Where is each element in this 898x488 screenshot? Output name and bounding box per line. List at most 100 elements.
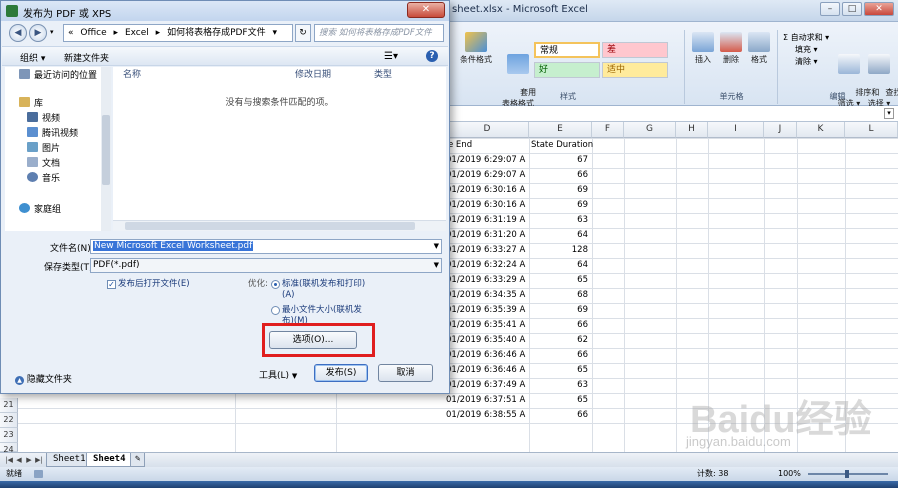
- cell-state-duration[interactable]: 69: [529, 303, 590, 318]
- cell-state-duration[interactable]: 65: [529, 273, 590, 288]
- cell-state-end[interactable]: 01/2019 6:34:35 AM: [446, 288, 526, 303]
- address-bar[interactable]: « Office ▸ Excel ▸ 如何将表格存成PDF文件 ▾: [63, 24, 293, 42]
- breadcrumb-office[interactable]: Office: [80, 28, 106, 38]
- dialog-close-button[interactable]: ✕: [407, 2, 445, 18]
- cell-state-end[interactable]: 01/2019 6:37:51 AM: [446, 393, 526, 408]
- filename-dropdown-icon[interactable]: ▼: [434, 240, 439, 253]
- nav-scroll-thumb[interactable]: [102, 115, 110, 185]
- open-after-label[interactable]: 发布后打开文件(E): [118, 278, 190, 290]
- style-normal[interactable]: 常规: [534, 42, 600, 58]
- cell-state-end[interactable]: 01/2019 6:36:46 AM: [446, 348, 526, 363]
- tools-button[interactable]: 工具(L) ▼: [259, 368, 297, 381]
- breadcrumb-excel[interactable]: Excel: [125, 28, 149, 38]
- publish-button[interactable]: 发布(S): [314, 364, 368, 382]
- cell-state-end[interactable]: 01/2019 6:33:27 AM: [446, 243, 526, 258]
- cell-state-duration[interactable]: 66: [529, 168, 590, 183]
- radio-minimum[interactable]: [271, 306, 280, 315]
- cell-state-end[interactable]: 01/2019 6:30:16 AM: [446, 198, 526, 213]
- cell-state-duration[interactable]: 65: [529, 363, 590, 378]
- cell-state-duration[interactable]: 66: [529, 408, 590, 423]
- fill-button[interactable]: 填充 ▾: [795, 44, 818, 55]
- cell-state-duration[interactable]: 62: [529, 333, 590, 348]
- column-header-k[interactable]: K: [797, 122, 845, 138]
- column-header-h[interactable]: H: [676, 122, 708, 138]
- cell-state-end[interactable]: 01/2019 6:35:39 AM: [446, 303, 526, 318]
- sheet-tab-sheet4[interactable]: Sheet4: [86, 453, 133, 467]
- hscroll-thumb[interactable]: [125, 222, 415, 230]
- zoom-level[interactable]: 100%: [778, 467, 801, 481]
- nav-pictures[interactable]: 图片: [27, 142, 60, 156]
- cell-d1[interactable]: e End: [448, 138, 472, 153]
- nav-videos[interactable]: 视频: [27, 112, 60, 126]
- insert-button[interactable]: 插入: [690, 32, 716, 65]
- column-header-j[interactable]: J: [764, 122, 797, 138]
- style-bad[interactable]: 差: [602, 42, 668, 58]
- delete-button[interactable]: 删除: [718, 32, 744, 65]
- style-good[interactable]: 好: [534, 62, 600, 78]
- radio-standard-label-2[interactable]: (A): [282, 289, 294, 301]
- column-header-e[interactable]: E: [529, 122, 592, 138]
- column-header-f[interactable]: F: [592, 122, 624, 138]
- format-button[interactable]: 格式: [746, 32, 772, 65]
- filetype-select[interactable]: PDF(*.pdf) ▼: [90, 258, 442, 273]
- nav-scrollbar[interactable]: [101, 67, 111, 231]
- cell-state-duration[interactable]: 66: [529, 318, 590, 333]
- column-header-g[interactable]: G: [624, 122, 676, 138]
- breadcrumb-overflow[interactable]: «: [68, 28, 74, 38]
- cell-state-end[interactable]: 01/2019 6:38:55 AM: [446, 408, 526, 423]
- filename-field[interactable]: New Microsoft Excel Worksheet.pdf ▼: [90, 239, 442, 254]
- next-sheet-icon[interactable]: ▶: [24, 455, 34, 465]
- cell-state-duration[interactable]: 63: [529, 378, 590, 393]
- column-header-i[interactable]: I: [708, 122, 764, 138]
- excel-close-button[interactable]: ✕: [864, 2, 894, 16]
- zoom-slider-thumb[interactable]: [845, 470, 849, 478]
- new-folder-button[interactable]: 新建文件夹: [64, 51, 109, 64]
- conditional-format-button[interactable]: 条件格式: [456, 32, 496, 65]
- cell-state-end[interactable]: 01/2019 6:31:19 AM: [446, 213, 526, 228]
- column-name[interactable]: 名称: [123, 67, 141, 83]
- column-header-d[interactable]: D: [446, 122, 529, 138]
- cell-state-duration[interactable]: 64: [529, 258, 590, 273]
- clear-button[interactable]: 清除 ▾: [795, 56, 818, 67]
- cell-state-duration[interactable]: 68: [529, 288, 590, 303]
- prev-sheet-icon[interactable]: ◀: [14, 455, 24, 465]
- cell-state-duration[interactable]: 65: [529, 393, 590, 408]
- row-header-21[interactable]: 21: [0, 398, 18, 413]
- cell-state-end[interactable]: 01/2019 6:35:41 AM: [446, 318, 526, 333]
- cell-state-end[interactable]: 01/2019 6:36:46 AM: [446, 363, 526, 378]
- column-type[interactable]: 类型: [374, 67, 392, 83]
- hide-folders-toggle[interactable]: ▲ 隐藏文件夹: [15, 372, 72, 385]
- organize-button[interactable]: 组织 ▾: [20, 51, 45, 64]
- first-sheet-icon[interactable]: |◀: [4, 455, 14, 465]
- filetype-dropdown-icon[interactable]: ▼: [434, 259, 439, 272]
- expand-formula-icon[interactable]: ▾: [884, 108, 894, 119]
- column-header-l[interactable]: L: [845, 122, 898, 138]
- row-header-24[interactable]: 24: [0, 443, 18, 454]
- cell-state-end[interactable]: 01/2019 6:29:07 AM: [446, 153, 526, 168]
- cancel-button[interactable]: 取消: [378, 364, 433, 382]
- last-sheet-icon[interactable]: ▶|: [34, 455, 44, 465]
- cell-state-end[interactable]: 01/2019 6:29:07 AM: [446, 168, 526, 183]
- help-icon[interactable]: ?: [426, 50, 438, 62]
- cell-state-end[interactable]: 01/2019 6:33:29 AM: [446, 273, 526, 288]
- recent-pages-icon[interactable]: ▾: [50, 28, 54, 36]
- radio-standard[interactable]: [271, 280, 280, 289]
- cell-state-end[interactable]: 01/2019 6:30:16 AM: [446, 183, 526, 198]
- cell-state-duration[interactable]: 69: [529, 183, 590, 198]
- cell-e1[interactable]: State Duration: [531, 138, 593, 153]
- minimize-button[interactable]: –: [820, 2, 840, 16]
- style-neutral[interactable]: 适中: [602, 62, 668, 78]
- cell-state-end[interactable]: 01/2019 6:35:40 AM: [446, 333, 526, 348]
- file-list-hscrollbar[interactable]: [113, 220, 446, 231]
- breadcrumb-separator[interactable]: ▸: [156, 28, 161, 38]
- cell-state-end[interactable]: 01/2019 6:31:20 AM: [446, 228, 526, 243]
- nav-tencent-video[interactable]: 腾讯视频: [27, 127, 78, 141]
- breadcrumb-separator[interactable]: ▸: [114, 28, 119, 38]
- insert-sheet-icon[interactable]: ✎: [130, 453, 146, 467]
- cell-state-duration[interactable]: 128: [529, 243, 590, 258]
- cell-state-duration[interactable]: 69: [529, 198, 590, 213]
- cell-state-end[interactable]: 01/2019 6:32:24 AM: [446, 258, 526, 273]
- search-input[interactable]: 搜索 如何将表格存成PDF文件: [314, 24, 444, 42]
- column-modified-date[interactable]: 修改日期: [295, 67, 331, 83]
- cell-state-duration[interactable]: 64: [529, 228, 590, 243]
